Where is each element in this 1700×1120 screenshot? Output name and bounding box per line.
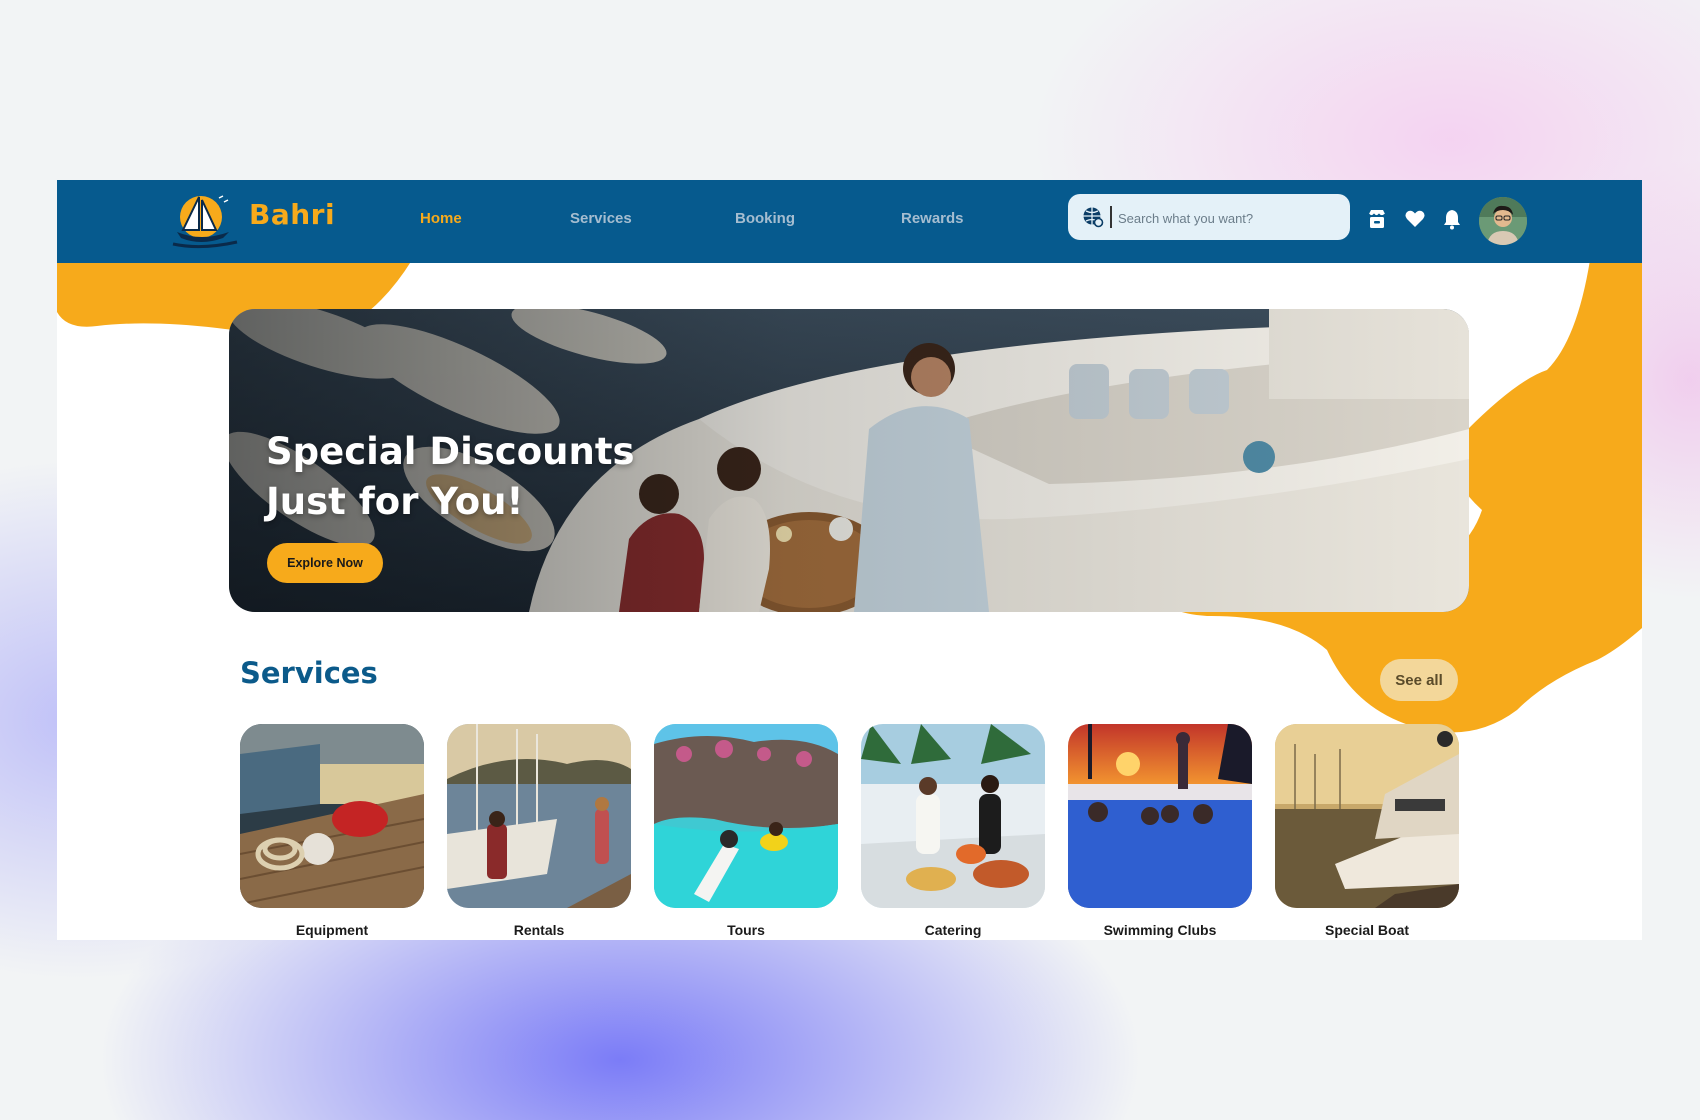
service-label: Swimming Clubs: [1103, 922, 1217, 938]
service-card-catering[interactable]: Catering: [861, 724, 1045, 938]
hero-banner: Special Discounts Just for You! Explore …: [229, 309, 1469, 612]
service-card-swimming-clubs[interactable]: Swimming Clubs: [1068, 724, 1252, 938]
swimming-clubs-image: [1068, 724, 1252, 908]
nav-booking[interactable]: Booking: [735, 210, 795, 227]
service-label: Catering: [924, 922, 982, 938]
service-card-rentals[interactable]: Rentals: [447, 724, 631, 938]
service-card-tours[interactable]: Tours: [654, 724, 838, 938]
brand-name: Bahri: [249, 198, 336, 231]
search-input[interactable]: [1116, 202, 1340, 234]
tours-image: [654, 724, 838, 908]
hero-headline-line2: Just for You!: [266, 480, 524, 523]
nav-services[interactable]: Services: [570, 210, 632, 227]
equipment-image: [240, 724, 424, 908]
nav-home[interactable]: Home: [420, 210, 462, 227]
explore-now-button[interactable]: Explore Now: [267, 543, 383, 583]
text-cursor: [1110, 206, 1112, 228]
services-heading: Services: [240, 656, 378, 690]
shop-icon[interactable]: [1366, 208, 1388, 230]
nav-rewards[interactable]: Rewards: [901, 210, 964, 227]
bell-icon[interactable]: [1441, 208, 1463, 230]
user-avatar[interactable]: [1479, 197, 1527, 245]
heart-icon[interactable]: [1404, 208, 1426, 230]
service-card-special-boat[interactable]: Special Boat: [1275, 724, 1459, 938]
catering-image: [861, 724, 1045, 908]
service-label: Rentals: [513, 922, 565, 938]
service-card-equipment[interactable]: Equipment: [240, 724, 424, 938]
special-boat-image: [1275, 724, 1459, 908]
service-label: Equipment: [295, 922, 369, 938]
service-label: Special Boat: [1324, 922, 1410, 938]
service-label: Tours: [727, 922, 765, 938]
search-bar: [1068, 194, 1350, 240]
globe-icon: [1083, 207, 1104, 228]
hero-headline-line1: Special Discounts: [266, 430, 635, 473]
top-navbar: Bahri Home Services Booking Rewards: [57, 180, 1642, 263]
rentals-image: [447, 724, 631, 908]
hero-headline: Special Discounts Just for You!: [266, 427, 635, 527]
see-all-button[interactable]: See all: [1380, 659, 1458, 701]
app-window: Bahri Home Services Booking Rewards Sear…: [57, 180, 1642, 940]
